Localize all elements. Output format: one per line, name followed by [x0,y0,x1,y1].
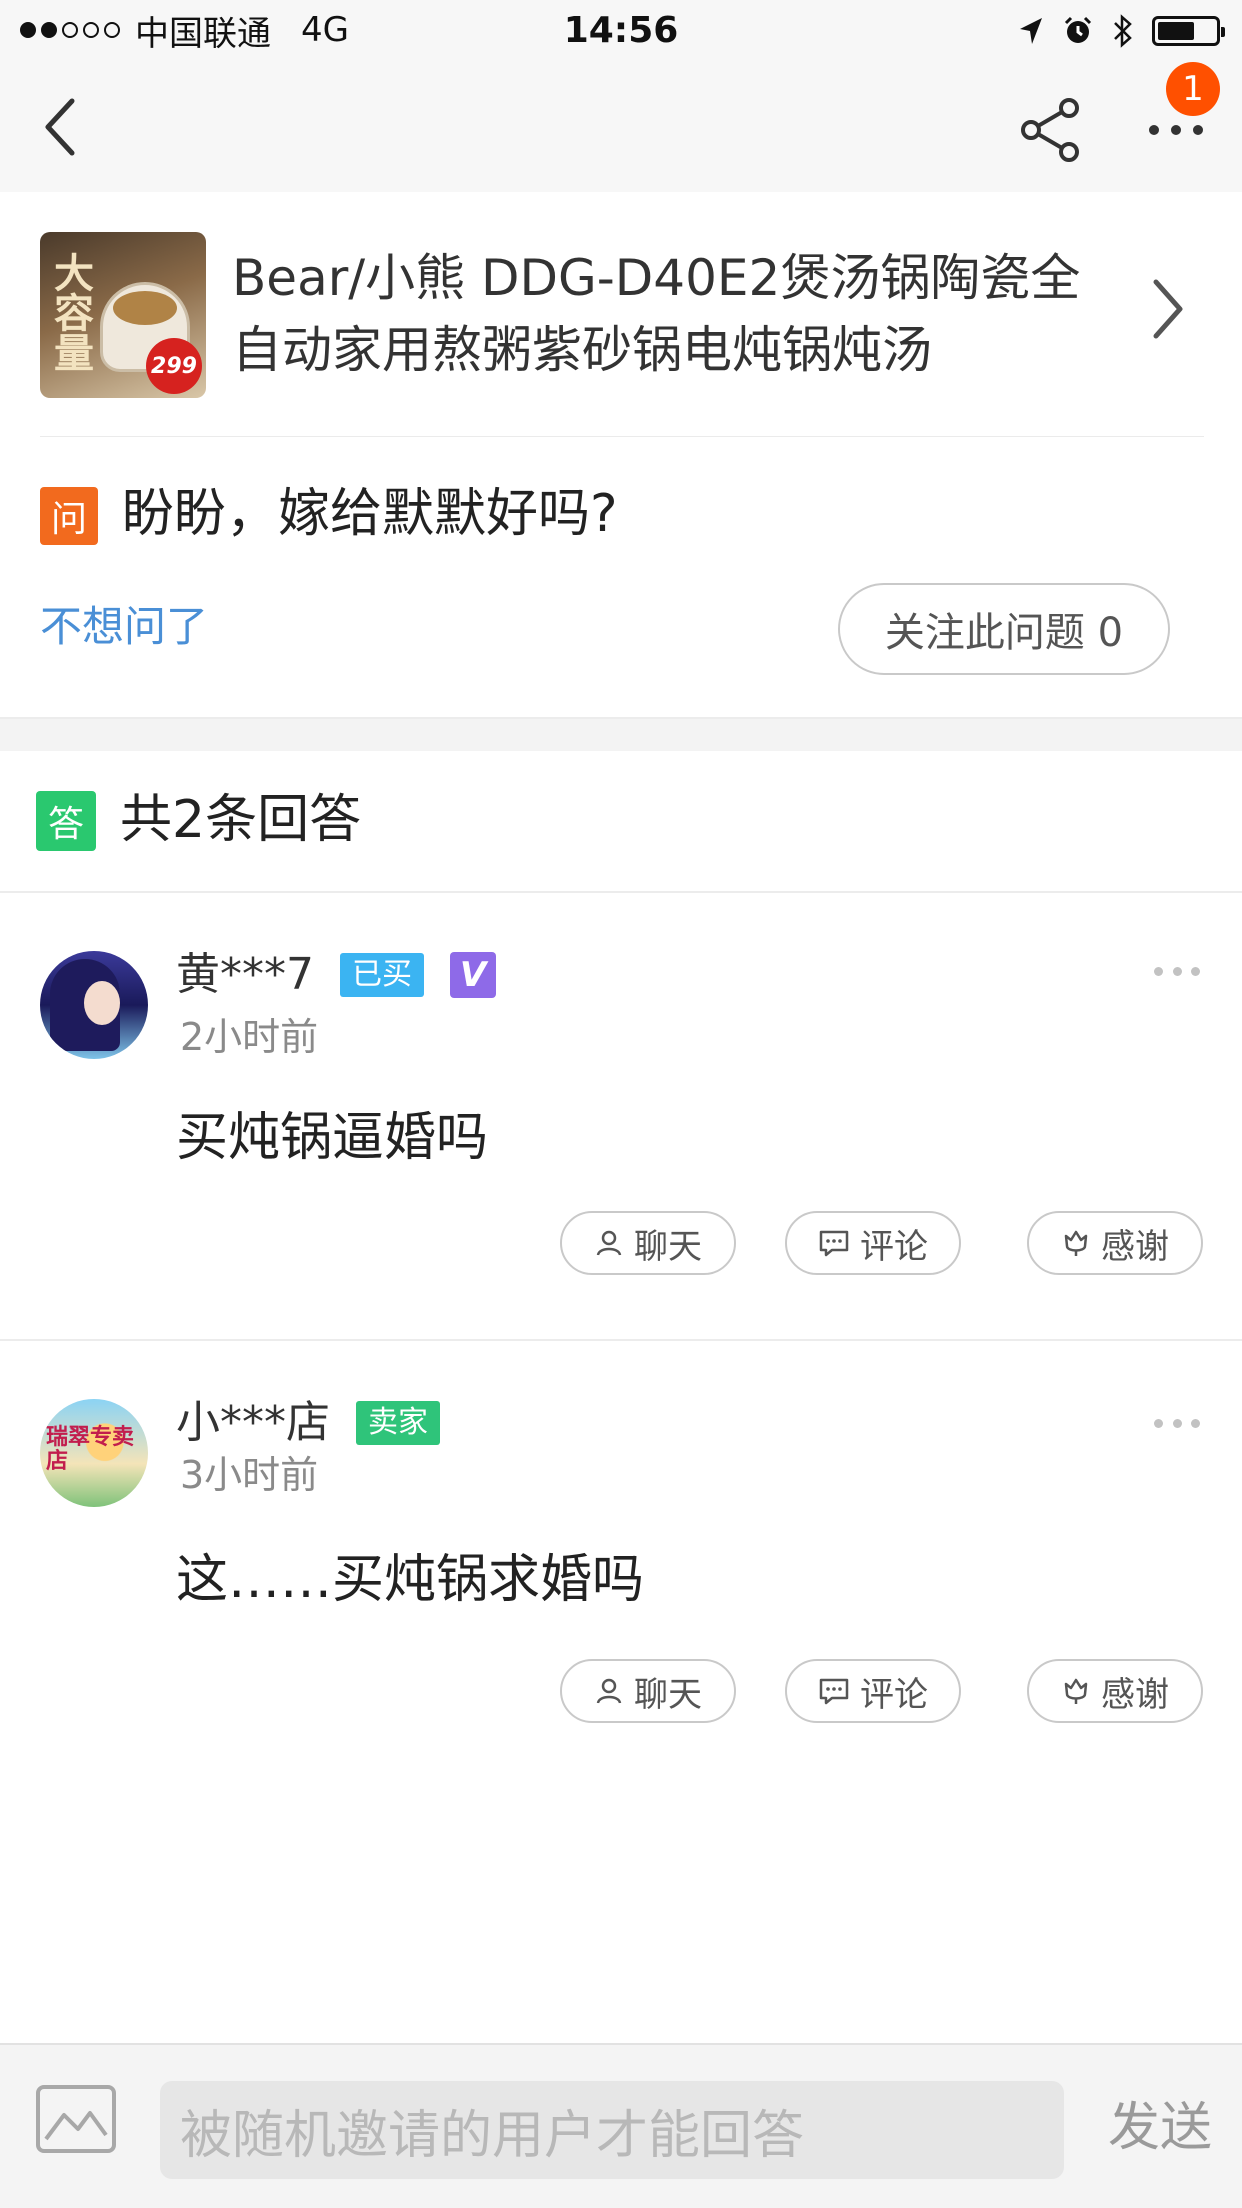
answer-content: 买炖锅逼婚吗 [176,1108,489,1168]
question-text: 盼盼，嫁给默默好吗? [122,484,618,544]
comment-label: 评论 [860,1226,928,1267]
product-image-price: 299 [146,338,202,394]
avatar[interactable] [40,951,148,1059]
back-button[interactable] [30,92,90,162]
send-button[interactable]: 发送 [1108,2093,1212,2163]
bluetooth-icon [1112,14,1134,48]
flower-icon [1064,1230,1088,1256]
navigation-bar: 1 [0,62,1242,192]
chat-button[interactable]: 聊天 [560,1211,736,1275]
person-icon [596,1230,622,1256]
answer-tag: 答 [36,791,96,851]
username: 小***店 [176,1397,330,1448]
person-icon [596,1678,622,1704]
answer-count: 共2条回答 [120,790,362,850]
flower-icon [1064,1678,1088,1704]
chevron-right-icon [1153,279,1183,339]
status-bar: 中国联通 4G 14:56 [0,0,1242,62]
bought-badge: 已买 [340,953,424,997]
back-chevron-icon [45,98,75,156]
answer-content: 这……买炖锅求婚吗 [176,1550,645,1610]
share-button[interactable] [1015,94,1087,166]
answer-user: 黄***7 已买 V [176,945,496,1005]
answers-header: 答 共2条回答 [0,751,1242,893]
section-gap [0,717,1242,751]
comment-label: 评论 [860,1674,928,1715]
cancel-question-link[interactable]: 不想问了 [40,599,208,655]
question-section: 问 盼盼，嫁给默默好吗? 不想问了 关注此问题 0 [0,437,1242,717]
thank-label: 感谢 [1101,1674,1169,1715]
username: 黄***7 [176,949,314,1000]
battery-icon [1152,16,1225,46]
chat-label: 聊天 [634,1226,702,1267]
chat-label: 聊天 [634,1674,702,1715]
location-arrow-icon [1018,16,1044,46]
status-right [1000,12,1225,50]
avatar[interactable]: 瑞翠专卖店 [40,1399,148,1507]
thank-button[interactable]: 感谢 [1027,1211,1203,1275]
seller-badge: 卖家 [356,1401,440,1445]
comment-button[interactable]: 评论 [785,1659,961,1723]
image-icon [36,2085,116,2153]
follow-question-button[interactable]: 关注此问题 0 [838,583,1170,675]
avatar-text: 瑞翠专卖店 [46,1424,135,1474]
answer-user: 小***店 卖家 [176,1393,440,1453]
chat-button[interactable]: 聊天 [560,1659,736,1723]
image-button[interactable] [34,2083,118,2155]
thank-label: 感谢 [1101,1226,1169,1267]
product-image-text: 大容量 [47,252,94,372]
more-options-icon[interactable] [1154,961,1200,981]
level-badge: V [450,952,496,998]
product-image: 大容量 299 [40,232,206,398]
bottom-input-bar: 被随机邀请的用户才能回答 发送 [0,2043,1242,2208]
comment-icon [819,1230,849,1257]
answer-item: 瑞翠专卖店 小***店 卖家 3小时前 这……买炖锅求婚吗 聊天 评论 感谢 [0,1341,1242,1789]
answer-time: 3小时前 [180,1453,319,1497]
question-tag: 问 [40,487,98,545]
answer-item: 黄***7 已买 V 2小时前 买炖锅逼婚吗 聊天 评论 感谢 [0,893,1242,1341]
product-title: Bear/小熊 DDG-D40E2煲汤锅陶瓷全自动家用熬粥紫砂锅电炖锅炖汤 [232,249,1081,379]
share-icon [1021,98,1079,162]
product-card[interactable]: 大容量 299 Bear/小熊 DDG-D40E2煲汤锅陶瓷全自动家用熬粥紫砂锅… [0,192,1242,438]
answer-input[interactable]: 被随机邀请的用户才能回答 [160,2081,1064,2179]
thank-button[interactable]: 感谢 [1027,1659,1203,1723]
alarm-icon [1062,15,1094,47]
comment-icon [819,1678,849,1705]
answer-time: 2小时前 [180,1015,319,1059]
comment-button[interactable]: 评论 [785,1211,961,1275]
notification-badge: 1 [1166,62,1220,116]
more-options-icon[interactable] [1154,1413,1200,1433]
